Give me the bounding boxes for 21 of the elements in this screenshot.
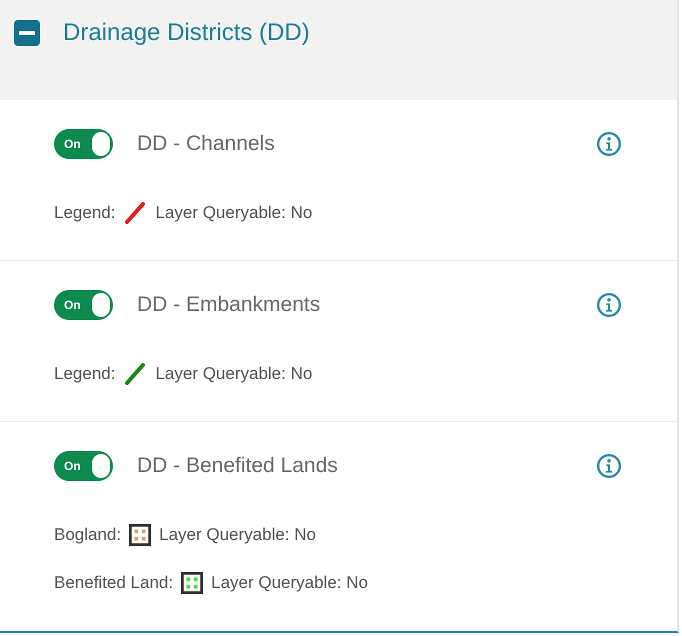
group-title: Drainage Districts (DD) [63,18,310,48]
toggle-switch[interactable]: On [54,451,113,481]
layer-name: DD - Channels [137,132,276,156]
toggle-switch[interactable]: On [54,290,113,320]
queryable-text: Layer Queryable: No [155,203,312,223]
queryable-text: Layer Queryable: No [211,573,368,593]
legend-label: Legend: [54,203,116,223]
info-icon[interactable] [596,453,622,479]
queryable-text: Layer Queryable: No [155,364,312,384]
legend-label: Bogland: [54,525,122,545]
legend-label: Benefited Land: [54,573,174,593]
toggle-switch[interactable]: On [54,129,113,159]
fill-symbol-icon [181,572,204,594]
collapse-icon[interactable] [14,20,40,46]
layer-name: DD - Benefited Lands [137,454,339,478]
info-icon[interactable] [596,131,622,157]
layer-name: DD - Embankments [137,293,322,317]
fill-symbol-icon [129,524,152,546]
info-icon[interactable] [596,292,622,318]
queryable-text: Layer Queryable: No [159,525,316,545]
legend-label: Legend: [54,364,116,384]
